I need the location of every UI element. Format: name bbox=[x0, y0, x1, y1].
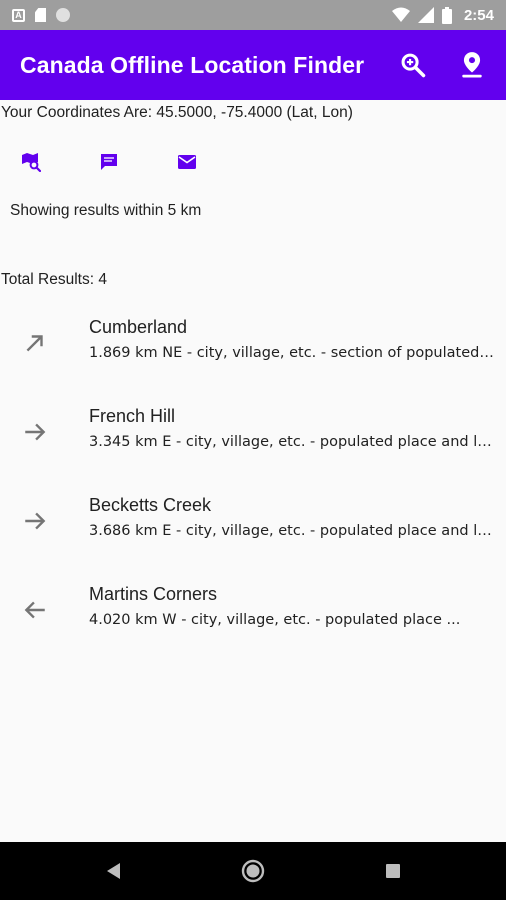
list-item[interactable]: French Hill 3.345 km E - city, village, … bbox=[0, 395, 506, 484]
recents-button[interactable] bbox=[380, 858, 406, 884]
list-item[interactable]: Martins Corners 4.020 km W - city, villa… bbox=[0, 573, 506, 662]
map-search-button[interactable] bbox=[19, 150, 43, 174]
list-item[interactable]: Cumberland 1.869 km NE - city, village, … bbox=[0, 306, 506, 395]
result-detail: 3.686 km E - city, village, etc. - popul… bbox=[89, 523, 495, 539]
home-icon bbox=[241, 859, 265, 883]
home-button[interactable] bbox=[240, 858, 266, 884]
search-button[interactable] bbox=[396, 48, 430, 82]
message-icon bbox=[101, 154, 117, 170]
back-button[interactable] bbox=[100, 858, 126, 884]
result-name: Martins Corners bbox=[89, 584, 218, 604]
battery-icon bbox=[441, 6, 452, 24]
arrow-west-icon bbox=[24, 601, 45, 619]
result-name: French Hill bbox=[89, 406, 176, 426]
app-bar: Canada Offline Location Finder bbox=[0, 30, 506, 100]
arrow-east-icon bbox=[25, 512, 46, 530]
result-detail: 4.020 km W - city, village, etc. - popul… bbox=[89, 612, 461, 628]
status-bar: A 2:54 bbox=[0, 0, 506, 30]
coordinates-text: Your Coordinates Are: 45.5000, -75.4000 … bbox=[1, 104, 353, 121]
message-button[interactable] bbox=[97, 150, 121, 174]
notification-a-icon: A bbox=[12, 8, 25, 22]
arrow-east-icon bbox=[25, 423, 46, 441]
location-pin-icon bbox=[462, 52, 482, 78]
notification-letter: A bbox=[15, 10, 22, 20]
app-title: Canada Offline Location Finder bbox=[20, 51, 365, 78]
status-system: 2:54 bbox=[391, 6, 494, 24]
sd-card-icon bbox=[35, 8, 46, 22]
email-icon bbox=[178, 155, 196, 169]
arrow-northeast-icon bbox=[26, 335, 43, 352]
list-item[interactable]: Becketts Creek 3.686 km E - city, villag… bbox=[0, 484, 506, 573]
status-notifications: A bbox=[12, 8, 70, 22]
sync-circle-icon bbox=[56, 8, 70, 22]
signal-icon bbox=[417, 7, 434, 23]
search-icon bbox=[401, 53, 426, 78]
status-time: 2:54 bbox=[463, 6, 494, 24]
radius-text: Showing results within 5 km bbox=[10, 202, 202, 219]
map-search-icon bbox=[22, 153, 41, 172]
results-list: Cumberland 1.869 km NE - city, village, … bbox=[0, 306, 506, 662]
location-button[interactable] bbox=[455, 48, 489, 82]
result-name: Cumberland bbox=[89, 317, 188, 337]
recents-icon bbox=[386, 864, 400, 878]
navigation-bar bbox=[0, 842, 506, 900]
result-name: Becketts Creek bbox=[89, 495, 212, 515]
result-detail: 3.345 km E - city, village, etc. - popul… bbox=[89, 434, 495, 450]
email-button[interactable] bbox=[175, 150, 199, 174]
result-detail: 1.869 km NE - city, village, etc. - sect… bbox=[89, 345, 495, 361]
back-icon bbox=[107, 863, 120, 879]
wifi-icon bbox=[391, 7, 410, 22]
total-results-text: Total Results: 4 bbox=[1, 271, 107, 288]
